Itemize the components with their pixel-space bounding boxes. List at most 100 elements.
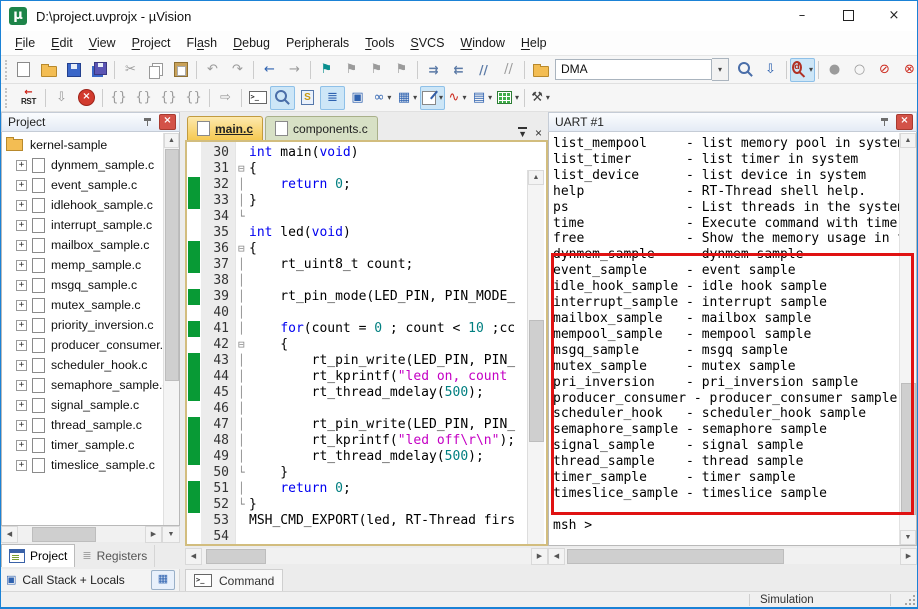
step-out-button[interactable]: {} (156, 86, 181, 110)
system-viewer-button[interactable]: ▤ ▾ (470, 86, 495, 110)
close-document-icon[interactable]: × (535, 126, 542, 140)
scroll-thumb[interactable] (567, 549, 784, 564)
expand-icon[interactable]: + (16, 279, 27, 291)
dropdown-arrow-icon[interactable]: ▾ (462, 93, 466, 102)
expand-icon[interactable]: + (16, 379, 27, 391)
code-editor[interactable]: 30 31 32 33 34 35 36 37 38 39 40 41 42 43 44 45 46 47 48 49… (185, 140, 548, 546)
dropdown-arrow-icon[interactable]: ▾ (387, 93, 391, 102)
scroll-up-icon[interactable]: ▲ (164, 133, 179, 148)
prev-bookmark-button[interactable]: ⚑ (364, 58, 389, 82)
indent-button[interactable]: ⇉ (421, 58, 446, 82)
disassembly-window-button[interactable] (270, 85, 295, 110)
dropdown-arrow-icon[interactable]: ▾ (546, 93, 550, 102)
find-button[interactable]: ⇩ (758, 58, 783, 82)
run-to-cursor-button[interactable]: {} (181, 86, 206, 110)
paste-button[interactable] (168, 58, 193, 82)
expand-icon[interactable]: + (16, 299, 27, 311)
next-bookmark-button[interactable]: ⚑ (339, 58, 364, 82)
document-tab-components-c[interactable]: components.c (265, 116, 378, 140)
maximize-button[interactable] (825, 1, 871, 31)
command-window-button[interactable]: >_ (245, 86, 270, 110)
pin-icon[interactable] (880, 117, 890, 127)
resize-grip[interactable] (903, 593, 917, 607)
menu-flash[interactable]: Flash (179, 31, 226, 55)
editor-vertical-scrollbar[interactable]: ▲ ▼ (527, 170, 544, 544)
menu-help[interactable]: Help (513, 31, 555, 55)
expand-icon[interactable]: + (16, 459, 27, 471)
toolbox-button[interactable]: ▾ (495, 86, 521, 110)
dropdown-arrow-icon[interactable]: ▾ (809, 65, 813, 74)
memory-window-tab[interactable]: ▦ (151, 570, 175, 590)
tree-item-idlehook-sample[interactable]: + idlehook_sample.c (2, 195, 179, 215)
debug-session-button[interactable]: d ▾ (790, 57, 815, 82)
tree-item-mutex-sample[interactable]: + mutex_sample.c (2, 295, 179, 315)
call-stack-tab[interactable]: ▣ Call Stack + Locals ▦ (1, 569, 180, 591)
uart-horizontal-scrollbar[interactable]: ◀ ▶ (548, 548, 917, 565)
outdent-button[interactable]: ⇇ (446, 58, 471, 82)
expand-icon[interactable]: + (16, 179, 27, 191)
project-vertical-scrollbar[interactable]: ▲ (163, 133, 179, 525)
save-button[interactable] (61, 58, 86, 82)
target-select-value[interactable]: DMA (555, 59, 712, 80)
open-file-button[interactable] (36, 58, 61, 82)
tree-item-mailbox-sample[interactable]: + mailbox_sample.c (2, 235, 179, 255)
dropdown-arrow-icon[interactable]: ▾ (439, 93, 443, 102)
menu-edit[interactable]: Edit (43, 31, 81, 55)
expand-icon[interactable]: + (16, 359, 27, 371)
navigate-back-button[interactable]: ← (257, 58, 282, 82)
editor-horizontal-scrollbar[interactable]: ◀ ▶ (185, 548, 548, 565)
menu-window[interactable]: Window (452, 31, 512, 55)
clear-bookmarks-button[interactable]: ⚑ (389, 58, 414, 82)
menu-tools[interactable]: Tools (357, 31, 402, 55)
tree-item-timeslice-sample[interactable]: + timeslice_sample.c (2, 455, 179, 475)
dropdown-arrow-icon[interactable]: ▾ (488, 93, 492, 102)
close-icon[interactable]: × (159, 114, 176, 130)
scroll-up-icon[interactable]: ▲ (900, 133, 916, 148)
dropdown-arrow-icon[interactable]: ▾ (413, 93, 417, 102)
cut-button[interactable]: ✂ (118, 58, 143, 82)
scroll-down-icon[interactable]: ▼ (162, 526, 180, 543)
scroll-left-icon[interactable]: ◀ (548, 548, 565, 565)
target-select[interactable]: DMA ▾ (555, 58, 731, 81)
serial-window-button[interactable]: ▾ (420, 85, 446, 110)
toolbar-drag-handle[interactable] (5, 59, 7, 80)
expand-icon[interactable]: + (16, 199, 27, 211)
disable-all-breakpoints-button[interactable]: ⊘ (872, 58, 897, 82)
flash-download-button[interactable] (528, 58, 553, 82)
comment-button[interactable]: // (471, 58, 496, 82)
expand-icon[interactable]: + (16, 439, 27, 451)
copy-button[interactable] (143, 58, 168, 82)
insert-bookmark-button[interactable]: ⚑ (314, 58, 339, 82)
expand-icon[interactable]: + (16, 399, 27, 411)
tools-button[interactable]: ⚒ ▾ (528, 86, 553, 110)
tree-item-dynmem-sample[interactable]: + dynmem_sample.c (2, 155, 179, 175)
scroll-thumb[interactable] (206, 549, 266, 564)
project-horizontal-scrollbar[interactable]: ◀ ▶ ▼ (1, 526, 180, 543)
pin-icon[interactable] (143, 117, 153, 127)
reset-button[interactable]: ← RST (15, 85, 42, 111)
menu-file[interactable]: File (7, 31, 43, 55)
code-text-area[interactable]: int main(void){ return 0;} int led(void){… (249, 142, 530, 544)
tree-item-thread-sample[interactable]: + thread_sample.c (2, 415, 179, 435)
document-tab-main-c[interactable]: main.c (187, 116, 264, 140)
expand-icon[interactable]: + (16, 219, 27, 231)
symbols-window-button[interactable]: S (295, 86, 320, 110)
minimize-button[interactable]: – (779, 1, 825, 31)
scroll-right-icon[interactable]: ▶ (531, 548, 548, 565)
show-next-statement-button[interactable]: ⇨ (213, 86, 238, 110)
registers-window-button[interactable]: ≣ (320, 85, 345, 110)
scroll-thumb[interactable] (32, 527, 96, 542)
expand-icon[interactable]: + (16, 339, 27, 351)
navigate-forward-button[interactable]: → (282, 58, 307, 82)
analysis-window-button[interactable]: ∿ ▾ (445, 86, 470, 110)
tree-item-msgq-sample[interactable]: + msgq_sample.c (2, 275, 179, 295)
tree-item-timer-sample[interactable]: + timer_sample.c (2, 435, 179, 455)
fold-margin[interactable]: ⊟ │ │ └ ⊟ │ │ │ │ │ ⊟ │ │ │ │ │ │ │ └ │ └ (235, 142, 250, 544)
tree-item-signal-sample[interactable]: + signal_sample.c (2, 395, 179, 415)
enable-breakpoint-button[interactable]: ○ (847, 58, 872, 82)
expand-icon[interactable]: + (16, 259, 27, 271)
menu-svcs[interactable]: SVCS (402, 31, 452, 55)
menu-view[interactable]: View (81, 31, 124, 55)
scroll-thumb[interactable] (165, 149, 179, 381)
insert-breakpoint-button[interactable]: ● (822, 58, 847, 82)
